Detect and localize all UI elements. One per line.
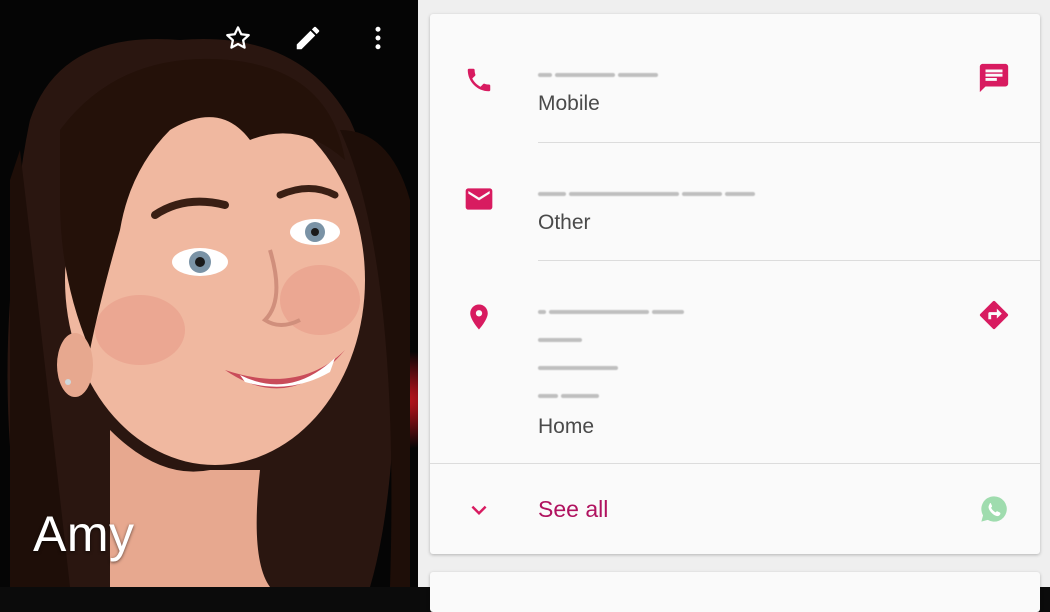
address-row[interactable]: Home xyxy=(430,261,1040,463)
star-outline-icon xyxy=(226,26,250,49)
photo-toolbar xyxy=(218,18,398,58)
address-line-redacted xyxy=(538,359,950,371)
phone-content: Mobile xyxy=(538,66,950,116)
directions-button[interactable] xyxy=(976,297,1012,333)
address-line-redacted xyxy=(538,387,950,399)
contact-name: Amy xyxy=(33,506,135,562)
message-icon xyxy=(979,63,1009,93)
whatsapp-button[interactable] xyxy=(976,491,1012,527)
pencil-icon xyxy=(296,26,320,50)
address-line-redacted xyxy=(538,303,950,315)
whatsapp-icon xyxy=(981,496,1007,522)
address-line-redacted xyxy=(538,331,950,343)
next-card xyxy=(430,572,1040,612)
favorite-button[interactable] xyxy=(218,18,258,58)
contact-photo xyxy=(7,39,410,587)
send-message-button[interactable] xyxy=(976,60,1012,96)
contact-info-card: Mobile Other Home See all xyxy=(430,14,1040,554)
email-address-redacted xyxy=(538,185,950,197)
see-all-label[interactable]: See all xyxy=(538,496,950,523)
edit-button[interactable] xyxy=(288,18,328,58)
email-row[interactable]: Other xyxy=(430,143,1040,260)
address-content: Home xyxy=(538,303,950,439)
directions-icon xyxy=(979,300,1009,330)
see-all-content: See all xyxy=(538,496,950,523)
phone-row[interactable]: Mobile xyxy=(430,14,1040,142)
see-all-row[interactable]: See all xyxy=(430,464,1040,554)
contact-photo-header: Amy xyxy=(0,0,418,587)
contact-details-panel: Mobile Other Home See all xyxy=(418,0,1050,612)
phone-number-redacted xyxy=(538,66,950,78)
email-icon xyxy=(463,183,495,215)
address-type-label: Home xyxy=(538,415,595,438)
chevron-down-icon xyxy=(463,494,495,526)
location-pin-icon xyxy=(463,301,495,333)
phone-type-label: Mobile xyxy=(538,92,600,115)
email-content: Other xyxy=(538,185,950,235)
email-type-label: Other xyxy=(538,211,591,234)
phone-icon xyxy=(463,64,495,96)
more-options-button[interactable] xyxy=(358,18,398,58)
more-vert-icon xyxy=(375,26,381,50)
